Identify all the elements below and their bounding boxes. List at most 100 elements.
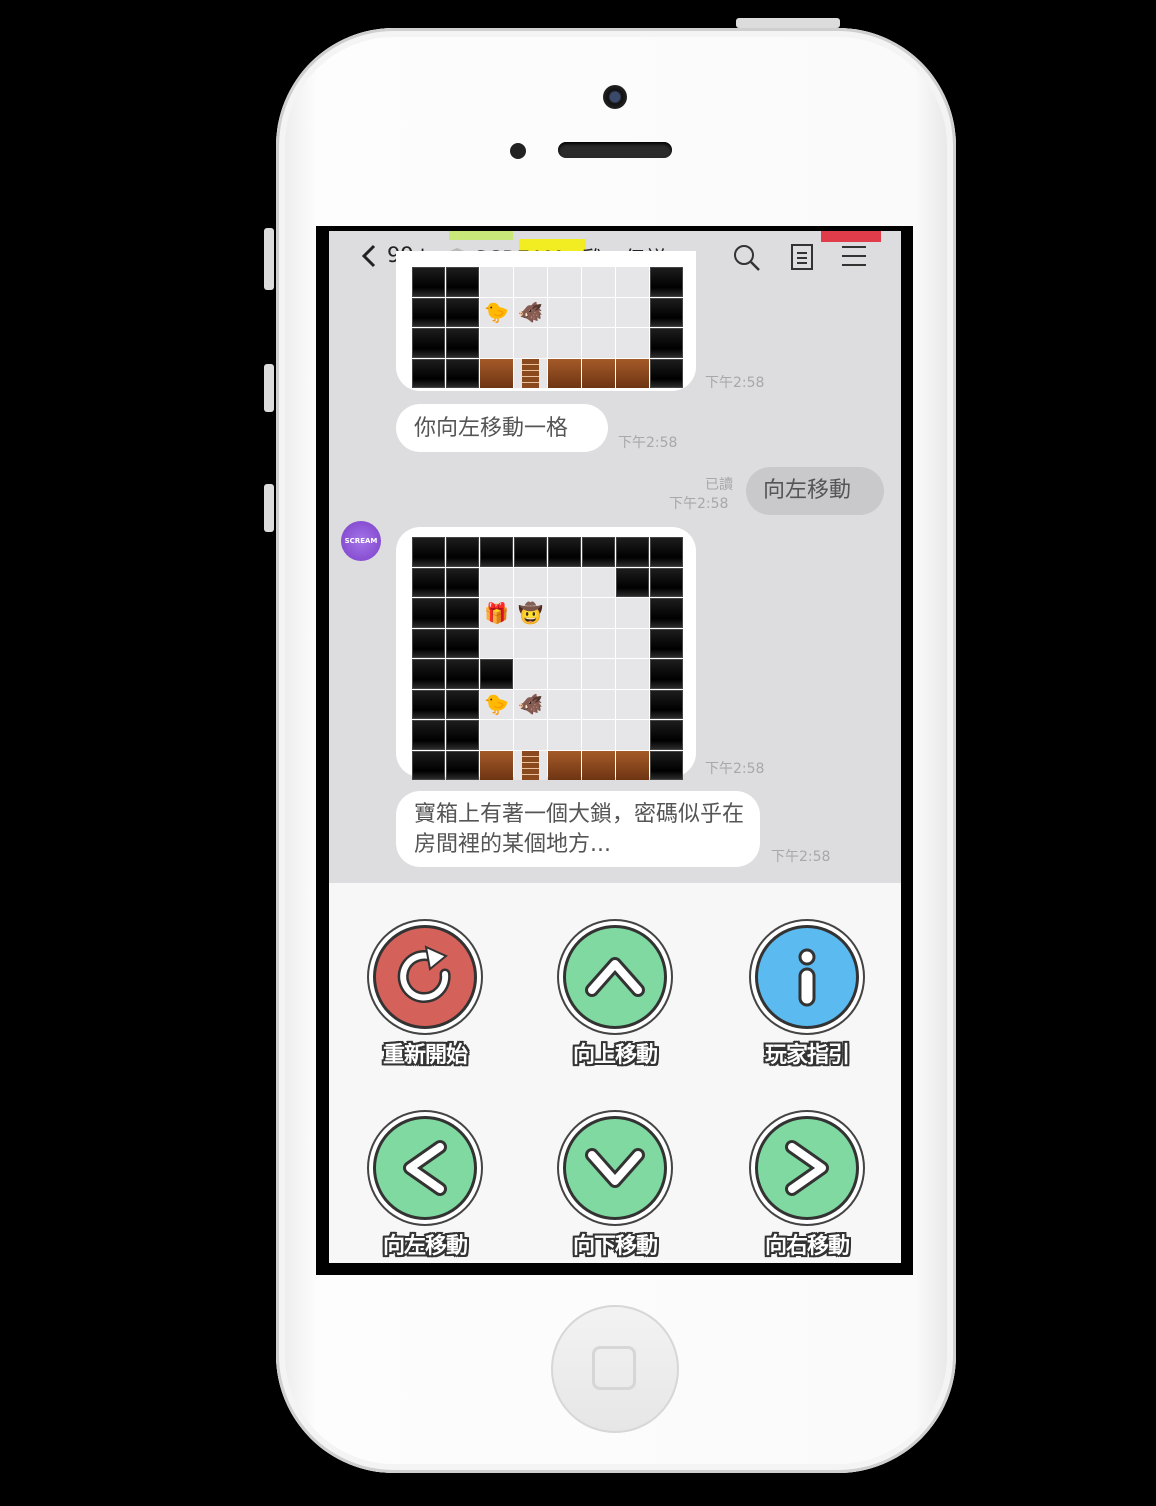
floor-tile xyxy=(548,659,581,689)
floor-tile xyxy=(582,297,615,327)
floor-tile xyxy=(582,567,615,597)
floor-tile xyxy=(616,267,649,297)
wall-tile xyxy=(650,750,683,780)
floor-tile xyxy=(616,598,649,628)
wall-tile xyxy=(446,537,479,567)
floor-tile xyxy=(514,267,547,297)
floor-tile xyxy=(548,689,581,719)
wall-tile xyxy=(446,689,479,719)
chevron-up-icon xyxy=(585,957,645,997)
wall-tile xyxy=(446,358,479,388)
wall-tile xyxy=(582,537,615,567)
gift-box-sprite: 🎁 xyxy=(480,598,513,628)
wall-tile xyxy=(412,328,445,358)
wall-tile xyxy=(446,659,479,689)
wall-tile xyxy=(480,659,513,689)
wall-tile xyxy=(446,628,479,658)
move-right-button[interactable]: 向右移動 xyxy=(747,1116,867,1260)
wall-tile xyxy=(412,267,445,297)
wall-tile xyxy=(412,537,445,567)
wall-tile xyxy=(616,537,649,567)
wall-tile xyxy=(412,720,445,750)
restart-button[interactable]: 重新開始 xyxy=(365,925,485,1069)
front-camera xyxy=(603,85,627,109)
floor-tile xyxy=(582,267,615,297)
game-map-grid: 🎁 🤠 🐤 🐗 xyxy=(412,537,683,780)
chat-area[interactable]: 99+ SCREAM...雞の伝説 🐤🐗 下午2:58 你向左移動一格 下午2:… xyxy=(329,231,901,883)
wall-tile xyxy=(412,689,445,719)
wall-tile xyxy=(650,689,683,719)
menu-icon[interactable] xyxy=(840,243,868,269)
floor-tile xyxy=(616,720,649,750)
wall-tile xyxy=(650,628,683,658)
brick-tile xyxy=(548,750,581,780)
highlight-mark xyxy=(449,231,513,240)
wall-tile xyxy=(446,267,479,297)
player-guide-button[interactable]: 玩家指引 xyxy=(747,925,867,1069)
move-down-button[interactable]: 向下移動 xyxy=(555,1116,675,1260)
message-time: 下午2:58 xyxy=(705,761,765,777)
info-icon xyxy=(798,948,816,1007)
wall-tile xyxy=(412,567,445,597)
boar-sprite: 🐗 xyxy=(514,297,547,327)
wall-tile xyxy=(650,358,683,388)
message-time: 下午2:58 xyxy=(669,496,729,512)
wall-tile xyxy=(412,628,445,658)
floor-tile xyxy=(480,267,513,297)
wall-tile xyxy=(650,659,683,689)
message-time: 下午2:58 xyxy=(771,849,831,865)
wall-tile xyxy=(412,297,445,327)
floor-tile xyxy=(548,267,581,297)
wall-tile xyxy=(650,537,683,567)
game-map-grid: 🐤 🐗 xyxy=(412,267,683,388)
sent-message-text: 向左移動 xyxy=(763,478,852,503)
wall-tile xyxy=(650,297,683,327)
chevron-down-icon xyxy=(585,1148,645,1188)
move-left-button[interactable]: 向左移動 xyxy=(365,1116,485,1260)
brick-tile xyxy=(582,358,615,388)
brick-tile xyxy=(480,750,513,780)
wall-tile xyxy=(514,537,547,567)
floor-tile xyxy=(616,328,649,358)
wall-tile xyxy=(650,598,683,628)
move-up-button[interactable]: 向上移動 xyxy=(555,925,675,1069)
earpiece-speaker xyxy=(558,142,672,158)
brick-tile xyxy=(480,358,513,388)
message-text: 寶箱上有著一個大鎖，密碼似乎在房間裡的某個地方... xyxy=(414,802,745,857)
floor-tile xyxy=(480,567,513,597)
control-panel: 重新開始 向上移動 玩家指引 向左移動 向下移動 向右移動 xyxy=(329,883,901,1263)
wall-tile xyxy=(446,567,479,597)
search-icon[interactable] xyxy=(732,243,762,273)
restart-arrow-icon xyxy=(397,945,451,1003)
wall-tile xyxy=(548,537,581,567)
brick-tile xyxy=(616,358,649,388)
red-mark xyxy=(821,231,881,242)
floor-tile xyxy=(582,659,615,689)
read-receipt: 已讀 xyxy=(705,477,733,493)
door-tile xyxy=(514,750,547,780)
home-button[interactable] xyxy=(551,1305,679,1433)
volume-down-button xyxy=(264,484,274,532)
floor-tile xyxy=(582,720,615,750)
floor-tile xyxy=(548,328,581,358)
wall-tile xyxy=(616,567,649,597)
floor-tile xyxy=(616,297,649,327)
floor-tile xyxy=(480,328,513,358)
wall-tile xyxy=(650,720,683,750)
wall-tile xyxy=(446,598,479,628)
notes-icon[interactable] xyxy=(789,243,815,271)
wall-tile xyxy=(412,598,445,628)
wall-tile xyxy=(446,750,479,780)
message-time: 下午2:58 xyxy=(618,435,678,451)
cowboy-sprite: 🤠 xyxy=(514,598,547,628)
back-chevron-icon[interactable] xyxy=(359,243,383,269)
wall-tile xyxy=(650,328,683,358)
wall-tile xyxy=(412,358,445,388)
wall-tile xyxy=(412,659,445,689)
floor-tile xyxy=(548,297,581,327)
bot-avatar[interactable]: SCREAM xyxy=(341,521,381,561)
floor-tile xyxy=(548,720,581,750)
floor-tile xyxy=(548,567,581,597)
wall-tile xyxy=(412,750,445,780)
door-tile xyxy=(514,358,547,388)
